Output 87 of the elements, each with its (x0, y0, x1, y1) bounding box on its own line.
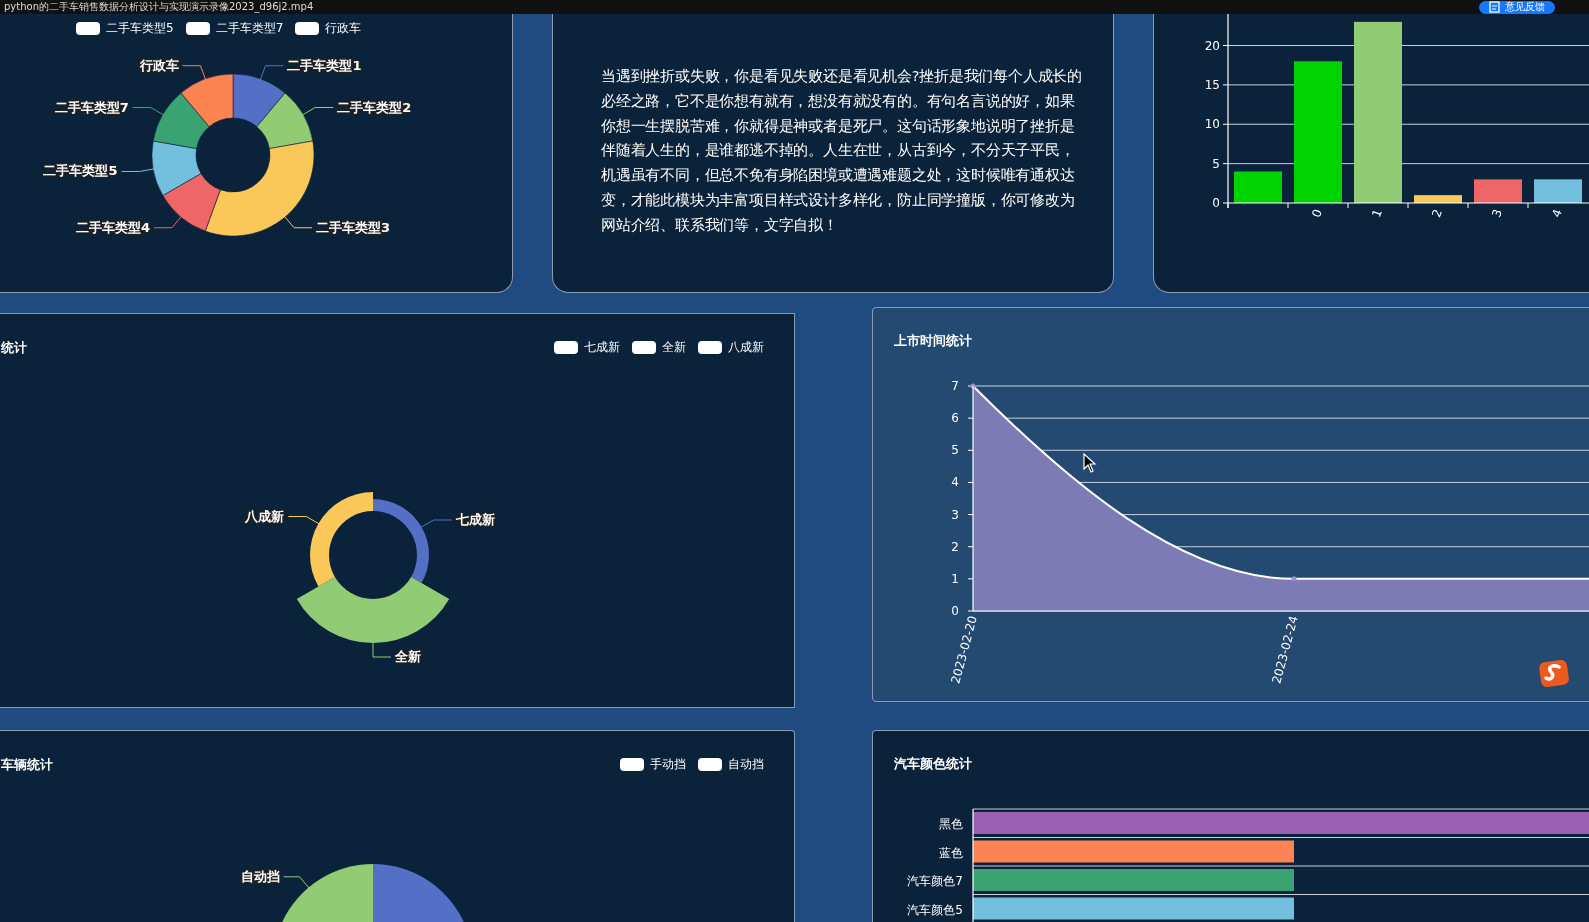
axis-label: 0 (1309, 207, 1325, 220)
chart-title: 上市时间统计 (894, 332, 972, 350)
feedback-button[interactable]: 意见反馈 (1479, 0, 1555, 14)
leader-line (419, 519, 453, 529)
legend-swatch[interactable] (698, 341, 722, 354)
note-icon (1489, 1, 1500, 13)
chart-bar[interactable] (1234, 171, 1282, 203)
app-icon[interactable] (1539, 658, 1569, 688)
slice-label: 二手车类型4 (75, 219, 150, 235)
legend-swatch[interactable] (295, 21, 320, 35)
axis-label: 0 (1212, 196, 1220, 210)
slice-label: 行政车 (139, 57, 179, 73)
axis-label: 4 (951, 475, 959, 490)
leader-line (120, 168, 156, 172)
chart-slice[interactable] (282, 864, 373, 922)
chart-slice[interactable] (296, 577, 450, 643)
axis-label: 0 (951, 604, 959, 618)
slice-label: 二手车类型3 (316, 219, 391, 235)
legend-swatch[interactable] (620, 758, 644, 771)
slice-label: 二手车类型5 (43, 163, 118, 179)
legend-label[interactable]: 二手车类型7 (215, 19, 284, 37)
axis-label: 20 (1204, 38, 1220, 53)
chart-bar[interactable] (1534, 179, 1582, 203)
legend-label[interactable]: 二手车类型5 (106, 19, 174, 37)
chart-slice[interactable] (152, 92, 210, 149)
chart-title: 统计 (1, 339, 27, 357)
data-point[interactable] (970, 383, 976, 389)
data-point[interactable] (1291, 576, 1297, 582)
axis-label: 6 (951, 411, 959, 426)
axis-label: 15 (1204, 77, 1220, 92)
axis-label: 7 (951, 379, 959, 393)
legend-label[interactable]: 手动挡 (650, 756, 686, 773)
slice-label: 二手车类型1 (287, 57, 362, 73)
chart-slice[interactable] (310, 492, 373, 587)
cursor-icon (1083, 453, 1097, 473)
leader-line (283, 215, 313, 229)
chart-slice[interactable] (180, 73, 234, 127)
legend-swatch[interactable] (185, 21, 210, 35)
legend-swatch[interactable] (554, 341, 578, 354)
axis-label: 黑色 (939, 817, 963, 831)
chart-slice[interactable] (162, 173, 221, 232)
axis-label: 3 (1489, 207, 1505, 220)
slice-label: 自动挡 (240, 868, 280, 884)
axis-label: 5 (951, 443, 959, 458)
video-title: python的二手车销售数据分析设计与实现演示录像2023_d96j2.mp4 (4, 1, 314, 13)
legend-label[interactable]: 全新 (662, 339, 686, 356)
legend-label[interactable]: 行政车 (325, 19, 362, 37)
legend-label[interactable]: 八成新 (728, 339, 764, 356)
slice-label: 二手车类型2 (337, 99, 412, 115)
axis-label: 2 (1429, 207, 1445, 220)
axis-label: 1 (1369, 207, 1385, 220)
leader-line (259, 65, 284, 82)
axis-label: 汽车颜色5 (907, 902, 963, 917)
slice-label: 全新 (395, 649, 421, 664)
axis-label: 3 (951, 507, 959, 522)
legend-swatch[interactable] (698, 758, 722, 771)
chart-slice[interactable] (205, 140, 315, 237)
chart-slice[interactable] (256, 92, 314, 149)
axis-label: 4 (1549, 207, 1565, 220)
axis-label: 蓝色 (939, 845, 963, 860)
intro-paragraph: 当遇到挫折或失败，你是看见失败还是看见机会?挫折是我们每个人成长的必经之路，它不是你想有就有，想没有就没有的。有句名言说的好，如果你想一生摆脱苦难，你就得是神或者是死尸。这句话形象地说明了挫折是伴随着人生的，是谁都逃不掉的。人生在世，从古到今，不分天子平民，机遇虽有不同，但总不免有身陷困境或遭遇难题之处，这时候唯有通权达变，才能此模块为丰富项目样式设计多样化，防止同学撞版，你可修改为网站介绍、联系我们等，文字自拟！ (601, 67, 1083, 235)
chart-slice[interactable] (232, 73, 286, 127)
chart-title: 汽车颜色统计 (894, 755, 972, 773)
axis-label: 2 (951, 539, 959, 554)
slice-label: 二手车类型7 (54, 99, 129, 115)
chart-bar[interactable] (973, 840, 1294, 863)
slice-label: 七成新 (455, 512, 495, 527)
legend-swatch[interactable] (76, 21, 100, 35)
leader-line (300, 107, 334, 116)
legend-label[interactable]: 自动挡 (728, 756, 764, 773)
chart-slice[interactable] (151, 140, 202, 196)
leader-line (283, 876, 311, 890)
leader-line (132, 107, 166, 116)
leader-line (372, 640, 392, 658)
chart-title: 车辆统计 (1, 756, 53, 774)
leader-line (287, 516, 321, 525)
axis-label: 汽车颜色7 (907, 874, 963, 888)
axis-label: 10 (1204, 117, 1220, 132)
axis-label: 1 (951, 571, 959, 586)
leader-line (182, 65, 207, 82)
legend-swatch[interactable] (632, 341, 656, 354)
axis-label: 5 (1212, 156, 1220, 171)
chart-bar[interactable] (1474, 179, 1522, 203)
legend-label[interactable]: 七成新 (584, 339, 620, 356)
leader-line (153, 215, 183, 229)
slice-label: 八成新 (245, 508, 285, 524)
chart-bar[interactable] (973, 897, 1294, 920)
